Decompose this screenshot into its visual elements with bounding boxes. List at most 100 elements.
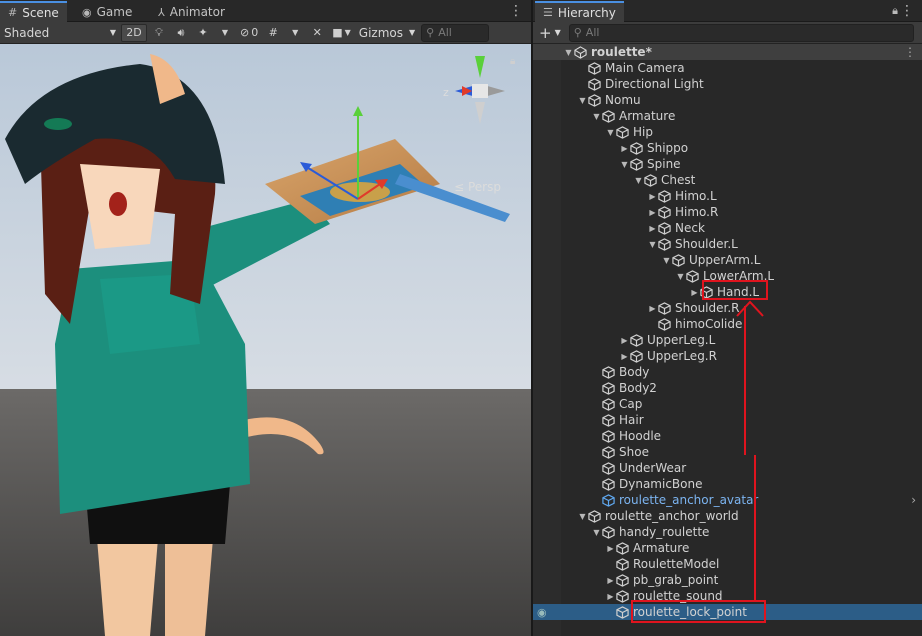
hierarchy-row[interactable]: ▶ Himo.L (533, 188, 922, 204)
expand-arrow-down-icon[interactable]: ▼ (675, 272, 686, 281)
scene-menu-icon[interactable]: ⋮ (904, 45, 916, 59)
hierarchy-row[interactable]: ▶ UpperLeg.R (533, 348, 922, 364)
gameobject-cube-icon (616, 573, 629, 587)
gizmos-dropdown[interactable]: Gizmos ▼ (355, 23, 419, 43)
hierarchy-row[interactable]: ▼ Hip (533, 124, 922, 140)
hierarchy-row[interactable]: ▶ pb_grab_point (533, 572, 922, 588)
lighting-toggle-icon[interactable]: 💡︎ (149, 24, 169, 42)
hierarchy-row[interactable]: roulette_anchor_avatar › (533, 492, 922, 508)
hierarchy-row[interactable]: ▶ Hand.L (533, 284, 922, 300)
orientation-lock-icon[interactable]: 🔒︎ (510, 56, 515, 67)
prefab-cube-icon (602, 493, 615, 507)
expand-arrow-right-icon[interactable]: ▶ (619, 352, 630, 361)
effects-dropdown-icon[interactable]: ▼ (215, 24, 235, 42)
hierarchy-row[interactable]: ▼ UpperArm.L (533, 252, 922, 268)
expand-arrow-down-icon[interactable]: ▼ (647, 240, 658, 249)
expand-arrow-right-icon[interactable]: ▶ (605, 592, 616, 601)
hierarchy-row[interactable]: ▶ Shoulder.R (533, 300, 922, 316)
hierarchy-row-label: Hair (619, 413, 644, 427)
gameobject-cube-icon (658, 189, 671, 203)
hierarchy-row[interactable]: Shoe (533, 444, 922, 460)
create-button[interactable]: + ▼ (539, 24, 561, 42)
hierarchy-row[interactable]: Directional Light (533, 76, 922, 92)
hierarchy-row[interactable]: ▼ LowerArm.L (533, 268, 922, 284)
tab-game[interactable]: ◉ Game (74, 2, 140, 22)
expand-arrow-right-icon[interactable]: ▶ (647, 304, 658, 313)
tab-hierarchy[interactable]: ☰ Hierarchy (535, 1, 624, 22)
expand-arrow-down-icon[interactable]: ▼ (619, 160, 630, 169)
2d-toggle-button[interactable]: 2D (121, 23, 147, 42)
hierarchy-row[interactable]: UnderWear (533, 460, 922, 476)
unity-scene-icon (574, 45, 587, 59)
hierarchy-row[interactable]: ▼ Nomu (533, 92, 922, 108)
hierarchy-row[interactable]: ▶ UpperLeg.L (533, 332, 922, 348)
scene-search-input[interactable]: ⚲ All (421, 23, 490, 42)
tab-animator[interactable]: ⅄ Animator (150, 2, 233, 22)
open-prefab-chevron-icon[interactable]: › (911, 493, 916, 507)
hierarchy-menu-icon[interactable]: ⋮ (900, 2, 914, 20)
expand-arrow-down-icon[interactable]: ▼ (605, 128, 616, 137)
hierarchy-row-label: UpperArm.L (689, 253, 761, 267)
hierarchy-row[interactable]: ▼ Armature (533, 108, 922, 124)
effects-toggle-icon[interactable]: ✦ (193, 24, 213, 42)
projection-label[interactable]: ≤ Persp (454, 180, 501, 194)
tab-scene[interactable]: # Scene (0, 1, 67, 22)
hierarchy-search-input[interactable]: ⚲ All (568, 23, 914, 42)
gameobject-cube-icon (616, 605, 629, 619)
scene-render[interactable]: z 🔒︎ (0, 44, 531, 636)
hierarchy-row[interactable]: DynamicBone (533, 476, 922, 492)
gameobject-cube-icon (630, 349, 643, 363)
hierarchy-row[interactable]: Cap (533, 396, 922, 412)
hierarchy-row[interactable]: ▼ Chest (533, 172, 922, 188)
hierarchy-tree[interactable]: ▼ roulette* ⋮ Main Camera Directional Light ▼… (533, 44, 922, 636)
hierarchy-row[interactable]: ▼ roulette_anchor_world (533, 508, 922, 524)
expand-arrow-right-icon[interactable]: ▶ (619, 144, 630, 153)
hierarchy-row[interactable]: RouletteModel (533, 556, 922, 572)
expand-arrow-right-icon[interactable]: ▶ (647, 208, 658, 217)
scene-root-row[interactable]: ▼ roulette* ⋮ (533, 44, 922, 60)
hierarchy-row[interactable]: ▶ roulette_sound (533, 588, 922, 604)
scene-visibility-button[interactable]: ⊘ 0 (237, 24, 261, 42)
hierarchy-row[interactable]: ▼ Spine (533, 156, 922, 172)
scene-menu-icon[interactable]: ⋮ (509, 2, 523, 20)
hierarchy-row[interactable]: ▶ Himo.R (533, 204, 922, 220)
expand-arrow-down-icon[interactable]: ▼ (577, 512, 588, 521)
hierarchy-row[interactable]: himoColide (533, 316, 922, 332)
hierarchy-row[interactable]: ▼ handy_roulette (533, 524, 922, 540)
hierarchy-row[interactable]: Body2 (533, 380, 922, 396)
gameobject-cube-icon (658, 317, 671, 331)
shading-mode-dropdown[interactable]: Shaded ▼ (0, 23, 120, 43)
lock-icon[interactable]: 🔒︎ (892, 4, 898, 18)
hierarchy-row[interactable]: ▶ Neck (533, 220, 922, 236)
audio-toggle-icon[interactable]: 🔊︎ (171, 24, 191, 42)
scene-viewport[interactable]: z 🔒︎ ≤ Persp (0, 44, 531, 636)
camera-settings-button[interactable]: ■ ▼ (329, 24, 354, 42)
hierarchy-row[interactable]: ▶ Armature (533, 540, 922, 556)
hierarchy-row[interactable]: Hoodle (533, 428, 922, 444)
hierarchy-row-label: himoColide (675, 317, 743, 331)
hierarchy-row[interactable]: ▶ Shippo (533, 140, 922, 156)
visibility-eye-icon[interactable]: ◉ (537, 606, 547, 619)
grid-dropdown-icon[interactable]: ▼ (285, 24, 305, 42)
expand-arrow-down-icon[interactable]: ▼ (661, 256, 672, 265)
tab-animator-label: Animator (169, 5, 225, 19)
gameobject-cube-icon (616, 557, 629, 571)
expand-arrow-right-icon[interactable]: ▶ (647, 192, 658, 201)
expand-arrow-down-icon[interactable]: ▼ (633, 176, 644, 185)
hierarchy-row[interactable]: Body (533, 364, 922, 380)
hierarchy-row[interactable]: Hair (533, 412, 922, 428)
expand-arrow-right-icon[interactable]: ▶ (605, 576, 616, 585)
hierarchy-row[interactable]: roulette_lock_point ◉ (533, 604, 922, 620)
expand-arrow-down-icon[interactable]: ▼ (563, 48, 574, 57)
expand-arrow-down-icon[interactable]: ▼ (591, 528, 602, 537)
tools-icon[interactable]: ✕ (307, 24, 327, 42)
expand-arrow-down-icon[interactable]: ▼ (591, 112, 602, 121)
grid-toggle-icon[interactable]: # (263, 24, 283, 42)
expand-arrow-right-icon[interactable]: ▶ (605, 544, 616, 553)
hierarchy-row[interactable]: Main Camera (533, 60, 922, 76)
hierarchy-row[interactable]: ▼ Shoulder.L (533, 236, 922, 252)
expand-arrow-right-icon[interactable]: ▶ (647, 224, 658, 233)
expand-arrow-down-icon[interactable]: ▼ (577, 96, 588, 105)
expand-arrow-right-icon[interactable]: ▶ (689, 288, 700, 297)
expand-arrow-right-icon[interactable]: ▶ (619, 336, 630, 345)
